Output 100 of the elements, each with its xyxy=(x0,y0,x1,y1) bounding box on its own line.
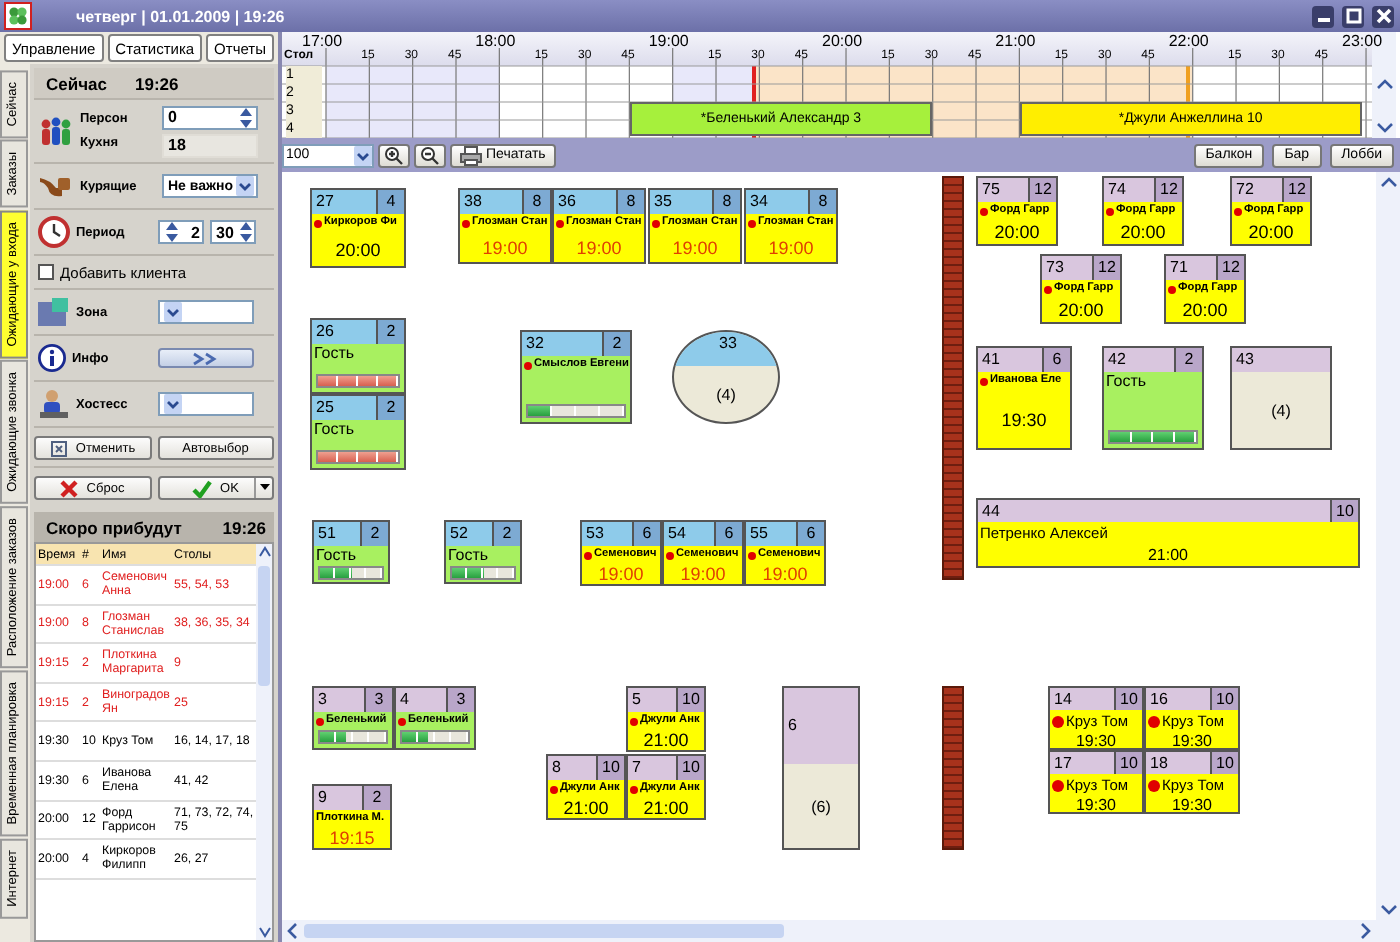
table-number: 34 xyxy=(748,190,768,214)
caret-icon[interactable] xyxy=(164,394,182,414)
people-icon xyxy=(38,113,74,149)
table-number: 38 xyxy=(462,190,482,214)
seat-count: 2 xyxy=(376,396,404,420)
seat-count: 3 xyxy=(364,688,392,712)
seat-count: 12 xyxy=(1154,178,1182,202)
hour-label: 21:00 xyxy=(995,32,1036,50)
seat-count: 10 xyxy=(1114,752,1142,774)
table-card[interactable]: 42 2 Гость xyxy=(1102,346,1204,450)
zoom-out-button[interactable] xyxy=(414,143,446,167)
hour-label: 20:00 xyxy=(822,32,863,50)
persons-field[interactable]: 0 xyxy=(162,105,258,129)
maximize-button[interactable] xyxy=(1342,5,1364,27)
reservation-time: 20:00 xyxy=(992,220,1042,244)
zoom-in-button[interactable] xyxy=(378,143,410,167)
seat-count: 12 xyxy=(1028,178,1056,202)
seat-count: 10 xyxy=(676,756,704,780)
table-number: 43 xyxy=(1234,348,1254,372)
table-card[interactable]: 51 2 Гость xyxy=(312,520,390,584)
maximize-icon xyxy=(1345,8,1361,24)
hour-label: 18:00 xyxy=(475,32,516,50)
seat-count: 6 xyxy=(796,522,824,546)
reservation-time: 19:30 xyxy=(1073,796,1119,812)
close-button[interactable] xyxy=(1372,5,1394,27)
spin-arrows-icon[interactable] xyxy=(238,105,254,129)
table-card[interactable]: 43 (4) xyxy=(1230,346,1332,450)
minutes-field[interactable]: 30 xyxy=(210,220,256,244)
table-number: 54 xyxy=(666,522,686,546)
table-number: 16 xyxy=(1148,688,1168,710)
reservation-time: 19:00 xyxy=(574,235,624,261)
section-title: Скоро прибудут xyxy=(46,517,182,537)
table-number: 35 xyxy=(652,190,672,214)
scrollbar[interactable] xyxy=(256,544,272,940)
clock-icon xyxy=(38,216,70,248)
reservation-time: 19:15 xyxy=(327,828,377,848)
seat-count: 2 xyxy=(360,522,388,546)
seat-count: 10 xyxy=(1210,688,1238,710)
table-number: 75 xyxy=(980,178,1000,202)
cross-in-square-icon xyxy=(49,439,68,457)
scrollbar[interactable] xyxy=(1376,172,1400,920)
minimize-button[interactable] xyxy=(1312,5,1334,27)
info-icon xyxy=(38,344,66,372)
seat-count: 12 xyxy=(1282,178,1310,202)
spin-arrows-icon[interactable] xyxy=(164,220,180,244)
seat-count: 8 xyxy=(808,190,836,214)
table-number: 33 xyxy=(717,332,737,356)
hours-field[interactable]: 2 xyxy=(158,220,204,244)
reservation-time: 19:00 xyxy=(670,235,720,261)
seat-count: 12 xyxy=(1216,256,1244,280)
checkmark-icon xyxy=(192,479,213,497)
caret-icon[interactable] xyxy=(236,176,254,196)
reservation-time: 19:00 xyxy=(760,564,810,584)
scrollbar[interactable] xyxy=(282,920,1376,942)
current-time: 19:26 xyxy=(134,73,179,93)
table-card[interactable]: 33 (4) xyxy=(672,330,780,424)
printer-icon xyxy=(460,145,482,165)
checkbox[interactable] xyxy=(38,264,54,280)
app-logo-icon xyxy=(4,2,32,30)
caret-icon[interactable] xyxy=(164,302,182,322)
guest-label: Гость xyxy=(314,546,359,566)
table-number: 9 xyxy=(316,786,327,810)
table-number: 14 xyxy=(1052,688,1072,710)
free-seats: (4) xyxy=(1271,401,1291,419)
seat-count: 10 xyxy=(1330,500,1358,522)
spin-arrows-icon[interactable] xyxy=(237,220,254,244)
hostess-dropdown[interactable] xyxy=(158,392,254,416)
caret-icon[interactable] xyxy=(259,484,269,492)
table-number: 73 xyxy=(1044,256,1064,280)
table-card[interactable]: 25 2 Гость xyxy=(310,394,406,470)
guest-label: Гость xyxy=(1104,372,1149,392)
section-title: Сейчас xyxy=(46,73,107,93)
table-card[interactable]: 26 2 Гость xyxy=(310,318,406,394)
close-icon xyxy=(1375,8,1391,24)
info-button[interactable] xyxy=(158,348,254,368)
seat-count: 6 xyxy=(714,522,742,546)
zoom-out-icon xyxy=(420,145,440,165)
caret-icon[interactable] xyxy=(354,145,372,165)
table-number: 32 xyxy=(524,332,544,356)
seat-count: 3 xyxy=(446,688,474,712)
table-number: 42 xyxy=(1106,348,1126,372)
table-number: 71 xyxy=(1168,256,1188,280)
table-card[interactable]: 6 (6) xyxy=(782,686,860,850)
table-number: 55 xyxy=(748,522,768,546)
table-number: 27 xyxy=(314,190,334,214)
guest-label: Гость xyxy=(312,344,357,364)
reservation-time: 19:30 xyxy=(1169,732,1215,748)
table-card[interactable]: 52 2 Гость xyxy=(444,520,522,584)
floor-plan-icon xyxy=(38,298,70,326)
free-seats: (4) xyxy=(716,385,736,403)
reservation-time: 19:00 xyxy=(678,564,728,584)
zoom-in-icon xyxy=(384,145,404,165)
table-number: 25 xyxy=(314,396,334,420)
hour-label: 22:00 xyxy=(1168,32,1209,50)
seat-count: 2 xyxy=(1174,348,1202,372)
zone-dropdown[interactable] xyxy=(158,300,254,324)
seat-count: 6 xyxy=(1042,348,1070,372)
double-arrow-icon xyxy=(192,351,220,365)
pipe-icon xyxy=(38,172,74,200)
table-number: 52 xyxy=(448,522,468,546)
